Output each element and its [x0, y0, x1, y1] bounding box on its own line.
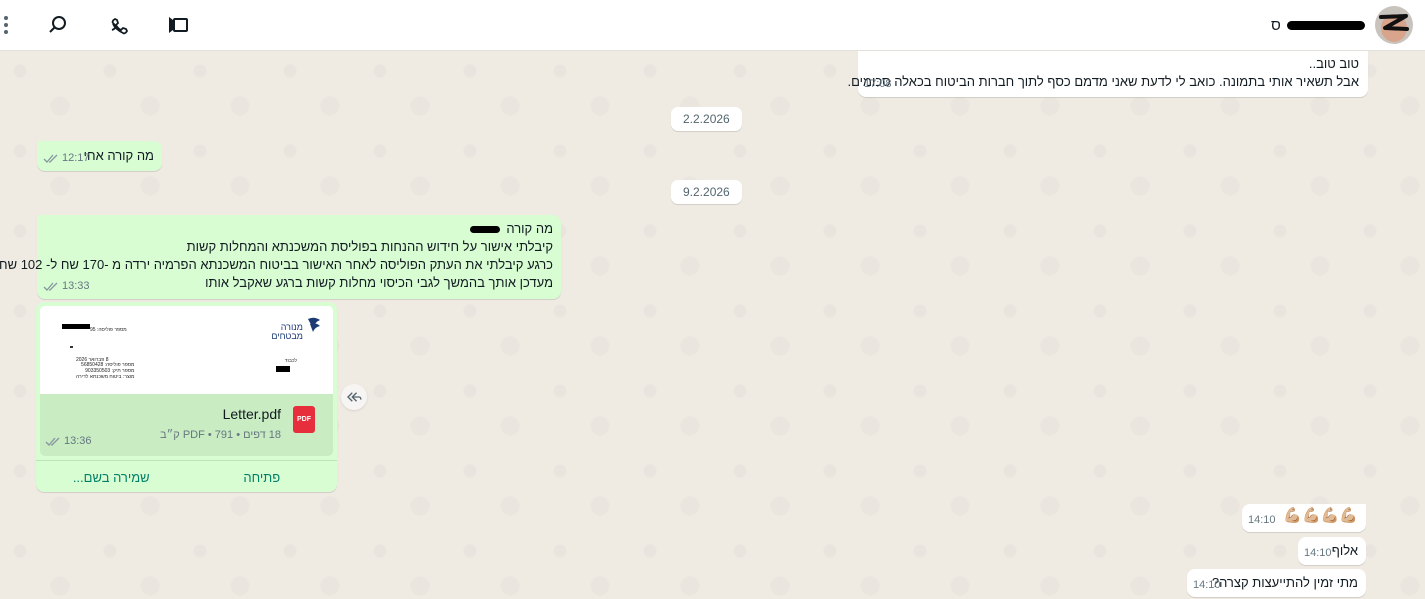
- preview-details: מספר פוליסה: 56850428 מספר תיק: 90335050…: [76, 362, 135, 380]
- message-text-line: מעדכן אותך בהמשך לגבי הכיסוי מחלות קשות …: [205, 275, 553, 290]
- document-message[interactable]: מנורה מבטחים מספר פוליסה: 95 8 פברואר 20…: [36, 302, 337, 492]
- message-incoming[interactable]: מתי זמין להתייעצות קצרה? 14:10: [1187, 569, 1366, 597]
- preview-policy-label: מספר פוליסה: 95: [90, 327, 127, 333]
- double-check-icon: [43, 282, 58, 291]
- forward-icon[interactable]: [341, 384, 367, 410]
- chat-header: ס: [0, 0, 1425, 51]
- open-document-button[interactable]: פתיחה: [187, 461, 338, 488]
- message-text-line: כרגע קיבלתי את העתק הפוליסה לאחר האישור …: [0, 257, 553, 272]
- redaction-mark: [1287, 21, 1365, 31]
- message-time: 14:10: [1248, 514, 1276, 526]
- double-check-icon: [43, 154, 58, 163]
- message-time: 14:10: [1193, 579, 1221, 591]
- preview-to-label: לכבוד: [284, 358, 297, 364]
- more-vertical-icon[interactable]: [0, 13, 12, 37]
- message-text: אבל תשאיר אותי בתמונה. כואב לי לדעת שאני…: [847, 74, 1359, 89]
- header-actions: [0, 0, 191, 50]
- message-text: אלוף: [1331, 543, 1358, 558]
- message-text: טוב טוב..: [1308, 56, 1359, 71]
- message-text: מה קורה אחי: [83, 148, 154, 163]
- double-check-icon: [45, 437, 60, 446]
- pdf-file-icon: PDF: [293, 406, 315, 433]
- message-outgoing[interactable]: מה קורה קיבלתי אישור על חידוש ההנחות בפו…: [0, 215, 561, 299]
- redaction-mark: [469, 226, 500, 234]
- document-preview[interactable]: מנורה מבטחים מספר פוליסה: 95 8 פברואר 20…: [40, 306, 333, 394]
- video-icon[interactable]: [167, 13, 191, 37]
- document-file-row[interactable]: PDF Letter.pdf 18 דפים • PDF • 791 ק״ב 1…: [40, 394, 333, 456]
- message-emoji: 💪🏼💪🏼💪🏼💪🏼: [1283, 507, 1358, 524]
- phone-icon[interactable]: [106, 13, 130, 37]
- message-text-line: קיבלתי אישור על חידוש ההנחות בפוליסת המש…: [186, 239, 553, 254]
- message-list[interactable]: טוב טוב.. אבל תשאיר אותי בתמונה. כואב לי…: [0, 51, 1425, 599]
- message-meta: 13:33: [43, 277, 90, 295]
- message-time: 14:10: [1304, 547, 1332, 559]
- search-icon[interactable]: [46, 13, 70, 37]
- message-meta: 12:17: [43, 149, 90, 167]
- message-outgoing[interactable]: מה קורה אחי 12:17: [37, 141, 162, 171]
- whatsapp-chat-window: ס טוב טוב.. אבל תשאיר אותי בתמונה. כואב …: [0, 0, 1425, 599]
- message-time: 17:08: [864, 78, 892, 90]
- message-incoming[interactable]: טוב טוב.. אבל תשאיר אותי בתמונה. כואב לי…: [847, 51, 1368, 97]
- avatar-scribble: [1379, 14, 1409, 31]
- document-file-info: 18 דפים • PDF • 791 ק״ב: [160, 429, 281, 441]
- contact-name-text: ס: [1270, 16, 1281, 34]
- avatar[interactable]: [1375, 6, 1413, 44]
- document-preview-image: [40, 306, 333, 394]
- message-incoming[interactable]: אלוף 14:10: [1298, 537, 1366, 565]
- document-actions: פתיחה שמירה בשם...: [36, 460, 337, 488]
- message-meta: 13:36: [45, 432, 92, 450]
- contact-info[interactable]: ס: [1271, 0, 1425, 50]
- message-incoming[interactable]: 💪🏼💪🏼💪🏼💪🏼 14:10: [1242, 504, 1366, 532]
- date-separator: 9.2.2026: [671, 180, 742, 204]
- scrollbar[interactable]: [1415, 51, 1425, 599]
- message-text: מתי זמין להתייעצות קצרה?: [1211, 575, 1358, 590]
- preview-brand: מנורה מבטחים: [271, 322, 303, 341]
- date-separator: 2.2.2026: [671, 107, 742, 131]
- message-text-line: מה קורה: [45, 220, 553, 238]
- contact-name[interactable]: ס: [1271, 17, 1365, 34]
- document-file-name: Letter.pdf: [222, 406, 281, 422]
- save-as-button[interactable]: שמירה בשם...: [36, 461, 187, 488]
